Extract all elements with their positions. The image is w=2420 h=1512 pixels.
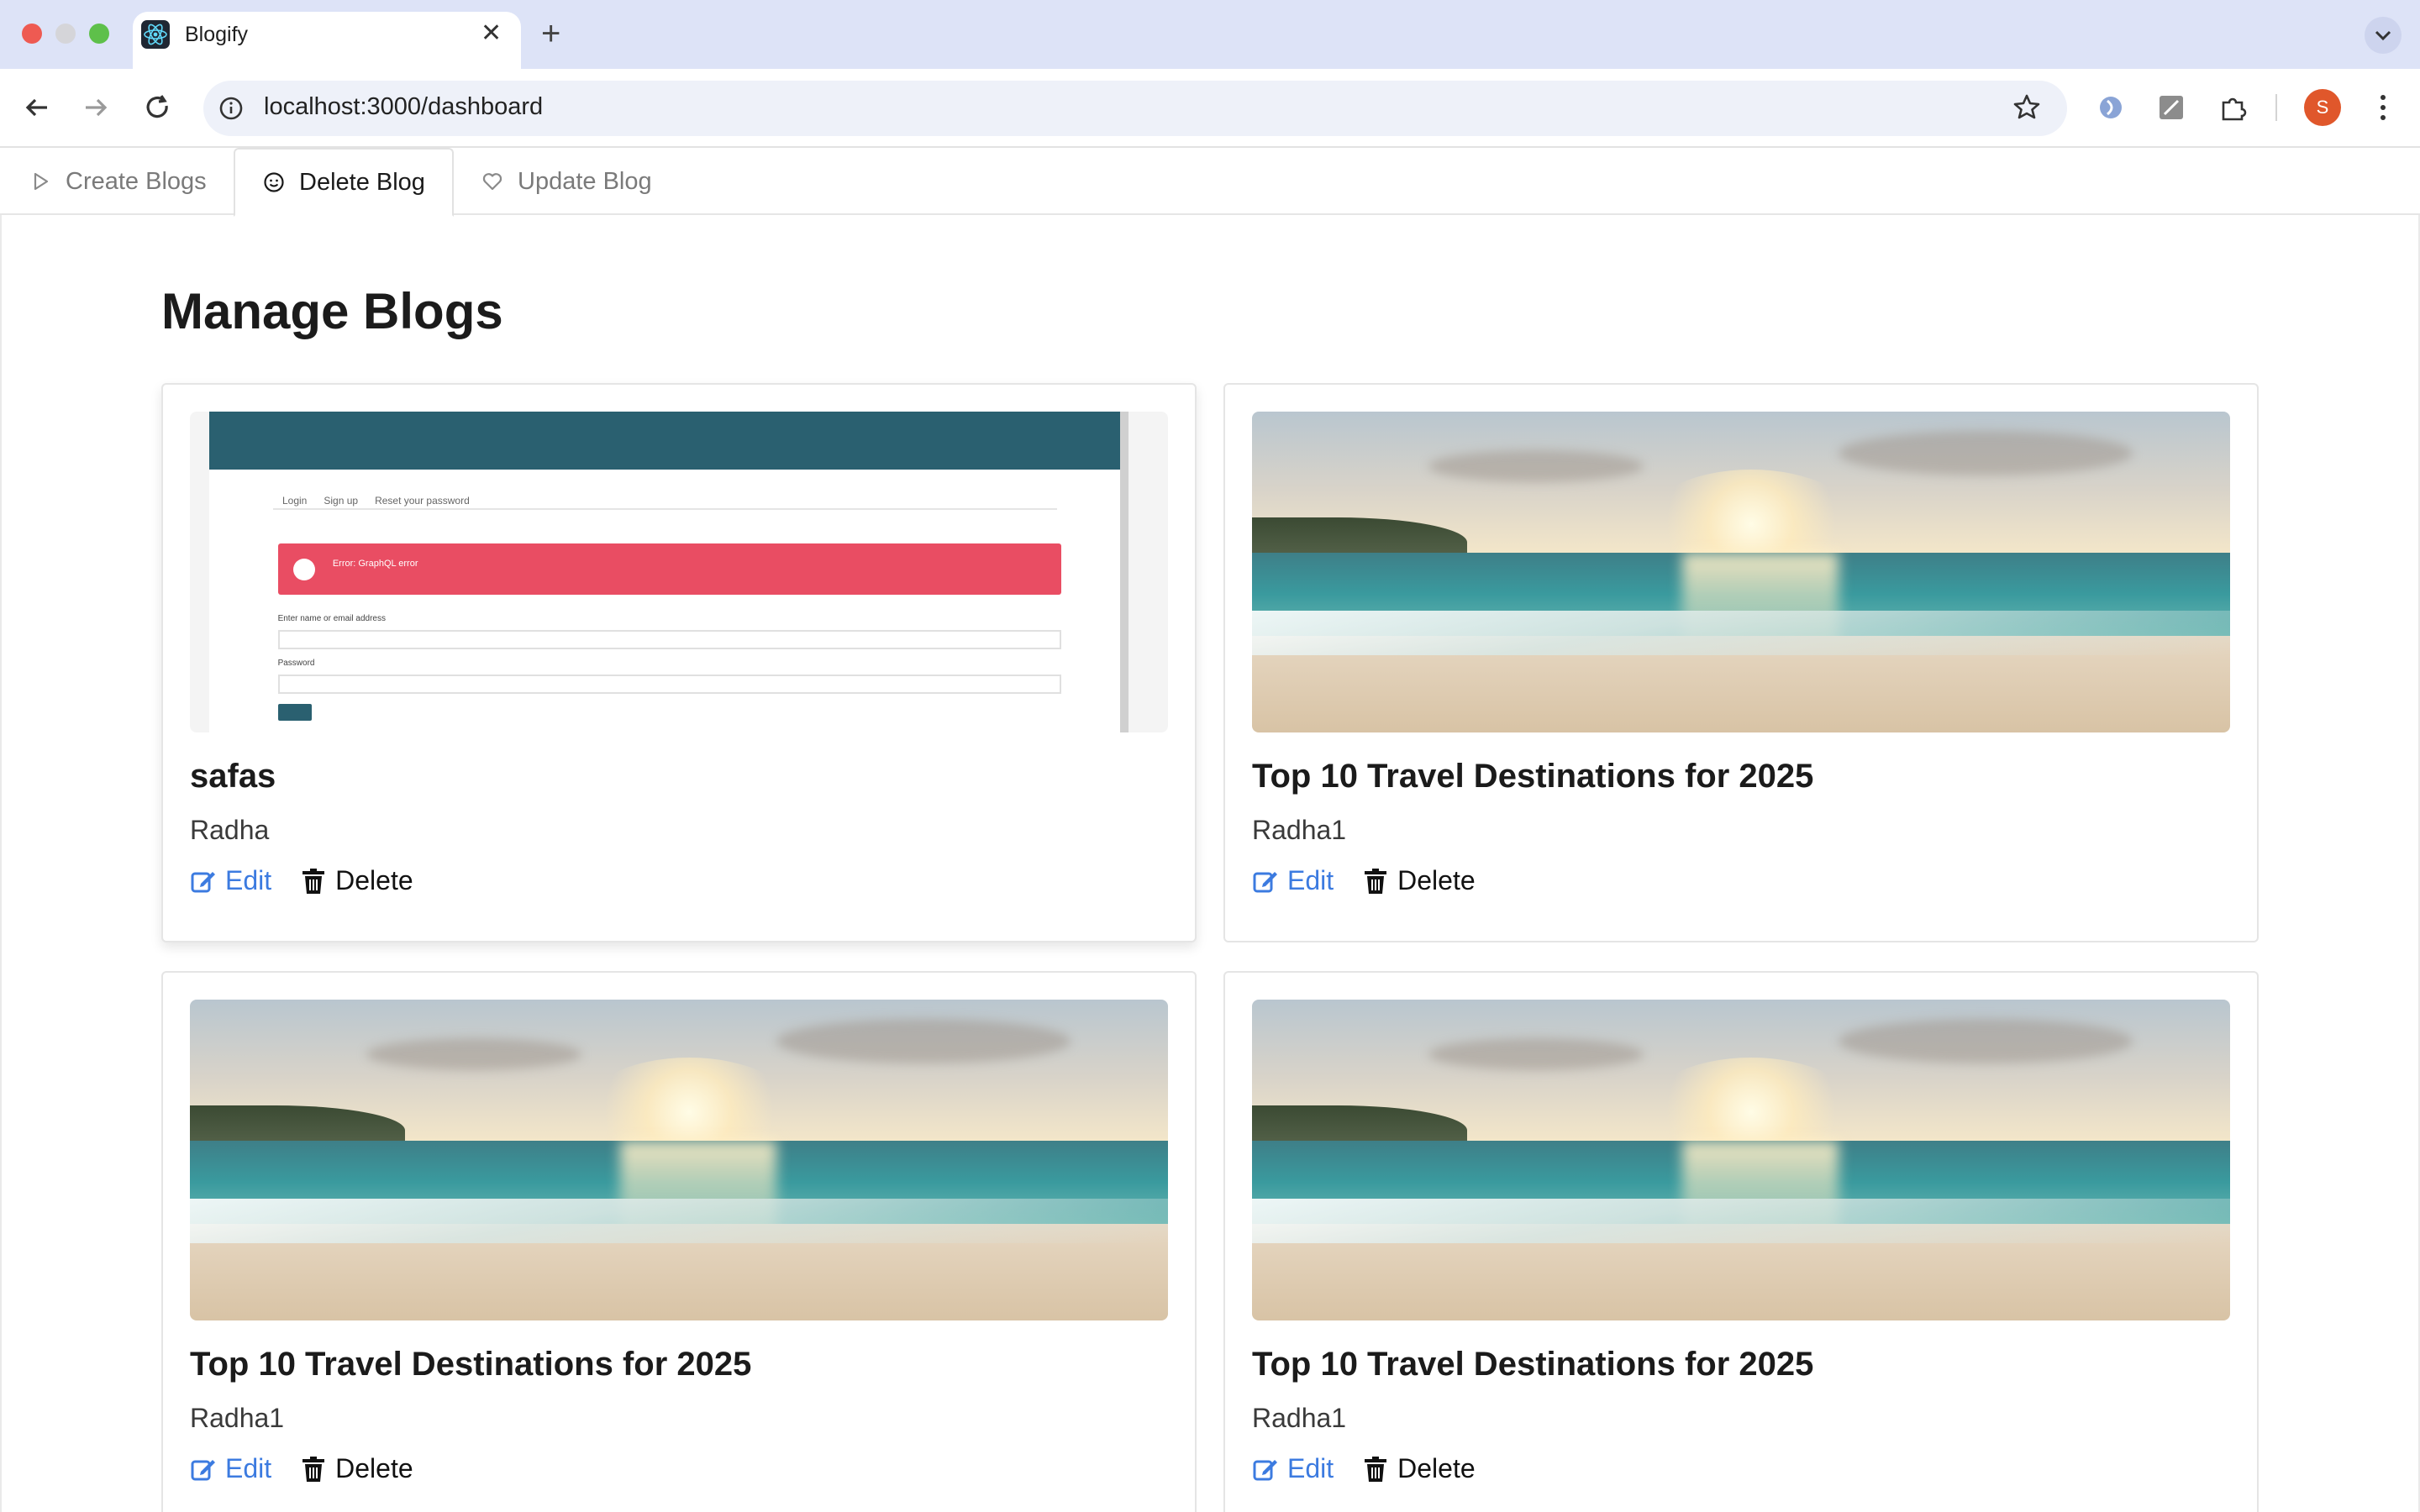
tab-label: Delete Blog xyxy=(299,168,425,196)
heart-icon xyxy=(482,173,502,191)
blog-title: Top 10 Travel Destinations for 2025 xyxy=(1252,1346,1814,1383)
blog-title: Top 10 Travel Destinations for 2025 xyxy=(190,1346,752,1383)
delete-button[interactable]: Delete xyxy=(300,865,413,896)
react-favicon-icon xyxy=(141,20,170,49)
delete-label: Delete xyxy=(1397,1453,1476,1483)
back-arrow-icon[interactable] xyxy=(17,87,57,128)
blog-card: Top 10 Travel Destinations for 2025 Radh… xyxy=(1223,383,2259,942)
smile-icon xyxy=(264,172,284,192)
reload-icon[interactable] xyxy=(138,87,178,128)
tab-label: Update Blog xyxy=(518,167,652,195)
delete-label: Delete xyxy=(335,1453,413,1483)
edit-label: Edit xyxy=(1287,865,1334,895)
page-title: Manage Blogs xyxy=(161,283,503,339)
edit-button[interactable]: Edit xyxy=(1252,865,1334,896)
blog-card: Top 10 Travel Destinations for 2025 Radh… xyxy=(1223,971,2259,1512)
edit-button[interactable]: Edit xyxy=(190,865,271,896)
trash-icon xyxy=(1365,868,1387,894)
window-close-button[interactable] xyxy=(22,24,42,44)
profile-avatar[interactable]: S xyxy=(2304,89,2341,126)
url-text[interactable]: localhost:3000/dashboard xyxy=(264,93,543,121)
extension-circle-icon[interactable] xyxy=(2094,91,2128,124)
edit-button[interactable]: Edit xyxy=(190,1453,271,1484)
tab-close-icon[interactable]: ✕ xyxy=(481,20,502,47)
trash-icon xyxy=(302,1456,325,1482)
blog-title: safas xyxy=(190,758,276,795)
blog-author: Radha1 xyxy=(190,1403,285,1433)
blog-author: Radha1 xyxy=(1252,1403,1347,1433)
browser-menu-icon[interactable] xyxy=(2366,89,2400,126)
edit-label: Edit xyxy=(1287,1453,1334,1483)
toolbar-separator xyxy=(2275,94,2277,121)
tab-label: Create Blogs xyxy=(66,167,207,195)
new-tab-icon[interactable]: + xyxy=(541,15,560,52)
tab-delete-blog[interactable]: Delete Blog xyxy=(234,148,454,217)
blog-card: Login Sign up Reset your password Error: G… xyxy=(161,383,1197,942)
edit-button[interactable]: Edit xyxy=(1252,1453,1334,1484)
trash-icon xyxy=(1365,1456,1387,1482)
blog-card: Top 10 Travel Destinations for 2025 Radh… xyxy=(161,971,1197,1512)
blog-author: Radha1 xyxy=(1252,815,1347,845)
tab-search-button[interactable] xyxy=(2365,17,2402,54)
window-minimize-button[interactable] xyxy=(55,24,76,44)
trash-icon xyxy=(302,868,325,894)
extension-square-icon[interactable] xyxy=(2154,91,2188,124)
edit-label: Edit xyxy=(225,1453,272,1483)
blog-author: Radha xyxy=(190,815,270,845)
blog-title: Top 10 Travel Destinations for 2025 xyxy=(1252,758,1814,795)
blog-thumbnail xyxy=(190,1000,1168,1320)
edit-icon xyxy=(1253,1459,1277,1480)
bookmark-star-icon[interactable] xyxy=(2010,91,2044,124)
play-icon xyxy=(34,172,49,191)
blog-thumbnail xyxy=(1252,1000,2230,1320)
delete-button[interactable]: Delete xyxy=(1362,865,1476,896)
extensions-puzzle-icon[interactable] xyxy=(2217,91,2250,124)
blog-thumbnail: Login Sign up Reset your password Error: G… xyxy=(190,412,1168,732)
edit-icon xyxy=(1253,871,1277,892)
edit-icon xyxy=(191,1459,215,1480)
window-zoom-button[interactable] xyxy=(89,24,109,44)
delete-button[interactable]: Delete xyxy=(1362,1453,1476,1484)
edit-icon xyxy=(191,871,215,892)
edit-label: Edit xyxy=(225,865,272,895)
delete-button[interactable]: Delete xyxy=(300,1453,413,1484)
delete-label: Delete xyxy=(1397,865,1476,895)
delete-label: Delete xyxy=(335,865,413,895)
forward-arrow-icon[interactable] xyxy=(76,87,116,128)
tab-update-blog[interactable]: Update Blog xyxy=(481,148,652,215)
tab-create-blogs[interactable]: Create Blogs xyxy=(29,148,207,215)
site-info-icon[interactable] xyxy=(215,92,247,124)
browser-tab-title: Blogify xyxy=(185,23,249,46)
blog-thumbnail xyxy=(1252,412,2230,732)
